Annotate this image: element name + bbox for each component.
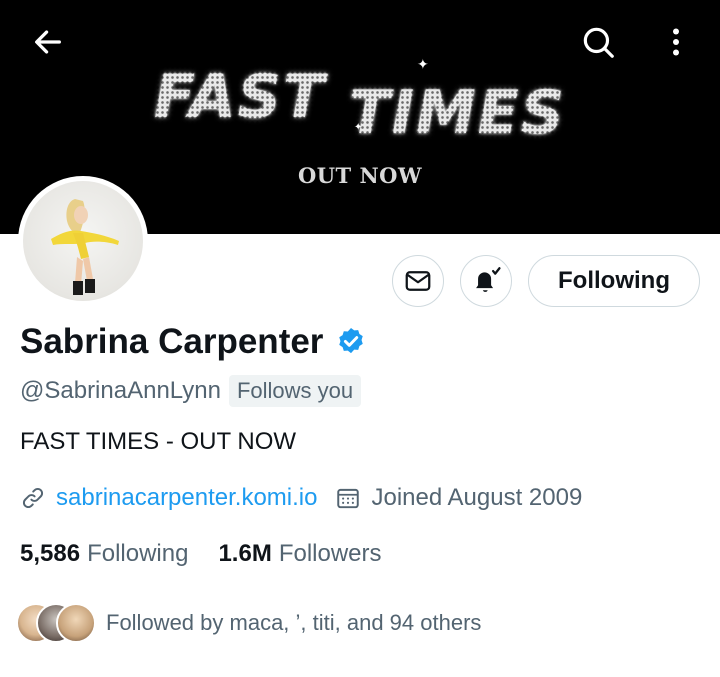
banner-title-part2: TIMES — [348, 78, 566, 148]
following-count: 5,586 — [20, 540, 81, 567]
avatar-image — [23, 181, 143, 301]
arrow-left-icon — [35, 30, 61, 54]
envelope-icon — [405, 271, 431, 291]
followers-label: Followers — [278, 540, 382, 567]
following-button[interactable]: Following — [528, 255, 700, 307]
back-button[interactable] — [28, 22, 68, 62]
mutual-avatars — [16, 603, 98, 643]
profile-bio: FAST TIMES - OUT NOW — [20, 428, 297, 455]
followers-count: 1.6M — [218, 540, 272, 567]
bell-check-icon — [476, 267, 501, 292]
calendar-icon — [337, 488, 360, 509]
profile-name-row: Sabrina Carpenter — [20, 322, 367, 362]
banner-title-part1: FAST — [154, 62, 326, 132]
profile-avatar[interactable] — [18, 176, 148, 306]
following-label: Following — [87, 540, 189, 567]
follows-you-badge: Follows you — [228, 375, 362, 407]
notifications-button[interactable] — [460, 255, 512, 307]
link-icon — [22, 487, 44, 509]
followed-by-text: Followed by maca, ’, titi, and 94 others — [106, 610, 482, 635]
display-name: Sabrina Carpenter — [20, 322, 324, 361]
sparkle-icon: ✦ — [417, 56, 429, 72]
verified-badge-icon — [339, 328, 364, 354]
search-icon — [583, 27, 614, 58]
followers-count-link[interactable]: 1.6M Followers — [218, 540, 381, 568]
avatar-figure — [51, 199, 119, 295]
following-count-link[interactable]: 5,586 Following — [20, 540, 188, 568]
handle-row: @SabrinaAnnLynn Follows you — [20, 375, 362, 407]
follow-counts: 5,586 Following 1.6M Followers — [20, 540, 382, 568]
followed-by-row[interactable]: Followed by maca, ’, titi, and 94 others — [16, 603, 481, 643]
more-options-button[interactable] — [656, 22, 696, 62]
profile-meta-row: sabrinacarpenter.komi.io Joined August 2… — [20, 484, 582, 512]
profile-handle: @SabrinaAnnLynn — [20, 377, 221, 404]
joined-date: Joined August 2009 — [371, 484, 583, 511]
message-button[interactable] — [392, 255, 444, 307]
search-button[interactable] — [578, 22, 618, 62]
mutual-avatar — [56, 603, 96, 643]
more-vertical-icon — [673, 28, 679, 56]
sparkle-icon: ✦ — [354, 122, 363, 133]
profile-website-link[interactable]: sabrinacarpenter.komi.io — [56, 484, 317, 512]
